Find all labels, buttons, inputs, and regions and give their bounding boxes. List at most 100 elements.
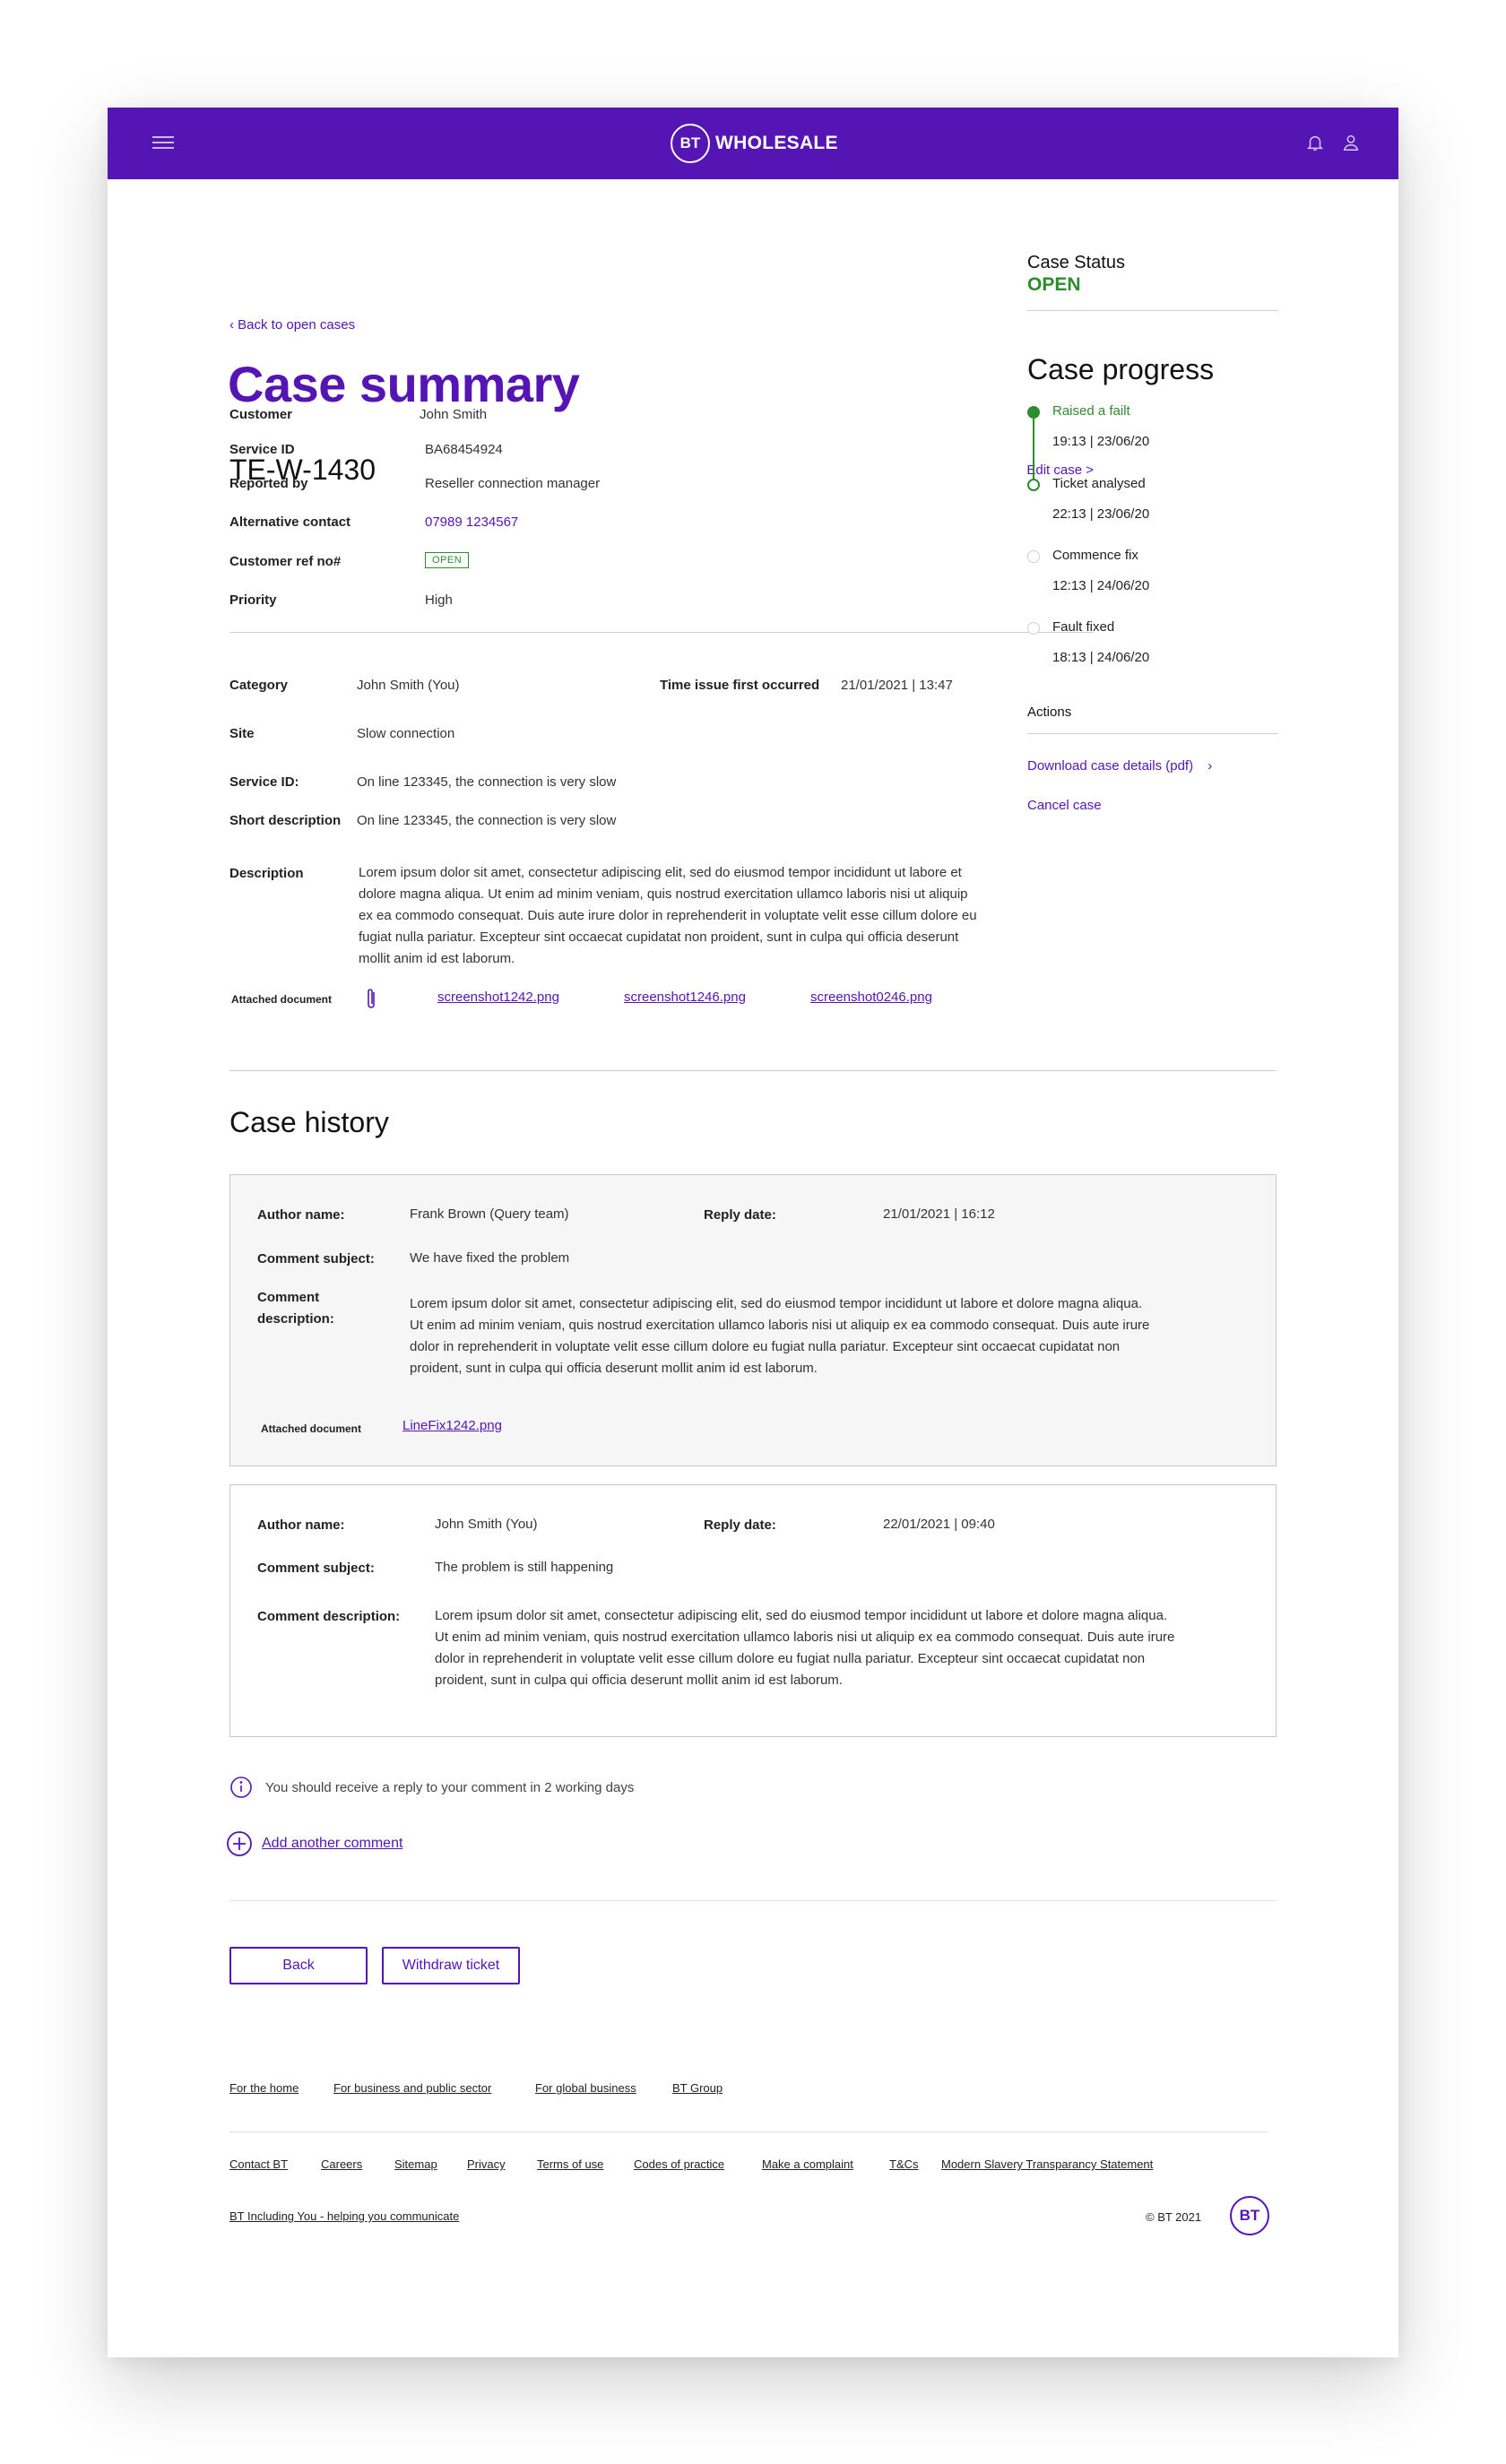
field-value-service-id: BA68454924	[425, 442, 503, 457]
footer-link-business[interactable]: For business and public sector	[333, 2081, 491, 2095]
page-frame: BT WHOLESALE ‹ Back to open cases Case s…	[108, 108, 1398, 2357]
service-id-label: Service ID:	[229, 774, 299, 790]
author-value: John Smith (You)	[435, 1517, 538, 1532]
time-first-occurred-label: Time issue first occurred	[660, 678, 820, 693]
comment-description-label: description:	[257, 1311, 334, 1327]
field-label-customer-ref: Customer ref no#	[229, 554, 342, 569]
history-entry-card: Author name: Frank Brown (Query team) Re…	[229, 1174, 1277, 1466]
footer-link-home[interactable]: For the home	[229, 2081, 299, 2095]
logo-text: WHOLESALE	[715, 133, 838, 153]
status-badge: OPEN	[425, 552, 470, 568]
comment-subject-label: Comment subject:	[257, 1561, 375, 1576]
footer-link-terms[interactable]: Terms of use	[537, 2157, 603, 2171]
reply-info-note: You should receive a reply to your comme…	[229, 1776, 634, 1799]
site-label: Site	[229, 726, 255, 741]
comment-description-value: Lorem ipsum dolor sit amet, consectetur …	[435, 1608, 1175, 1688]
comment-description-label: Comment	[257, 1290, 320, 1305]
download-case-details-link[interactable]: Download case details (pdf) ›	[1027, 758, 1212, 774]
description-label: Description	[229, 866, 304, 881]
add-another-comment-link[interactable]: Add another comment	[226, 1830, 402, 1857]
category-value: John Smith (You)	[357, 678, 460, 693]
description-value: Lorem ipsum dolor sit amet, consectetur …	[359, 865, 977, 966]
reply-info-text: You should receive a reply to your comme…	[265, 1779, 635, 1795]
attachment-link-1[interactable]: screenshot1242.png	[437, 990, 559, 1005]
progress-step-label: Fault fixed	[1052, 619, 1115, 635]
case-history-title: Case history	[229, 1106, 389, 1138]
divider	[229, 1070, 1277, 1071]
bt-wholesale-logo[interactable]: BT WHOLESALE	[671, 124, 838, 163]
footer-link-complaint[interactable]: Make a complaint	[762, 2157, 853, 2171]
history-attachment-link[interactable]: LineFix1242.png	[402, 1415, 502, 1437]
comment-subject-value: We have fixed the problem	[410, 1250, 570, 1266]
footer-link-codes-of-practice[interactable]: Codes of practice	[634, 2157, 724, 2171]
field-label-customer: Customer	[229, 407, 293, 422]
field-value-priority: High	[425, 592, 453, 608]
hamburger-menu-icon[interactable]	[152, 136, 174, 151]
alternative-contact-phone-link[interactable]: 07989 1234567	[425, 514, 518, 530]
actions-title: Actions	[1027, 705, 1072, 720]
comment-subject-label: Comment subject:	[257, 1251, 375, 1267]
comment-subject-value: The problem is still happening	[435, 1560, 614, 1575]
bell-icon[interactable]	[1305, 133, 1325, 152]
author-value: Frank Brown (Query team)	[410, 1206, 569, 1222]
author-label: Author name:	[257, 1517, 345, 1533]
comment-description-value: Lorem ipsum dolor sit amet, consectetur …	[410, 1296, 1150, 1376]
progress-step-dot-current	[1027, 479, 1040, 491]
paperclip-icon	[368, 989, 375, 1008]
progress-line-complete	[1033, 412, 1034, 484]
reply-date-label: Reply date:	[704, 1517, 776, 1533]
category-label: Category	[229, 678, 289, 693]
footer-link-global-business[interactable]: For global business	[535, 2081, 636, 2095]
footer-link-sitemap[interactable]: Sitemap	[394, 2157, 437, 2171]
bt-footer-logo[interactable]: BT	[1230, 2196, 1269, 2235]
divider	[1027, 310, 1278, 311]
user-icon[interactable]	[1341, 133, 1361, 152]
progress-step-time: 19:13 | 23/06/20	[1052, 434, 1150, 449]
case-progress-title: Case progress	[1027, 353, 1215, 385]
site-value: Slow connection	[357, 726, 455, 741]
footer-link-tcs[interactable]: T&Cs	[889, 2157, 919, 2171]
attachment-link-3[interactable]: screenshot0246.png	[810, 990, 932, 1005]
service-id-value: On line 123345, the connection is very s…	[357, 774, 617, 790]
reply-date-label: Reply date:	[704, 1207, 776, 1223]
field-label-reported-by: Reported by	[229, 476, 308, 491]
time-first-occurred-value: 21/01/2021 | 13:47	[841, 678, 953, 693]
back-to-open-cases-link[interactable]: ‹ Back to open cases	[229, 317, 355, 333]
cancel-case-link[interactable]: Cancel case	[1027, 798, 1102, 813]
attachment-link-2[interactable]: screenshot1246.png	[624, 990, 746, 1005]
progress-step-label: Ticket analysed	[1052, 476, 1146, 491]
attached-document-label: Attached document	[231, 993, 333, 1006]
chevron-right-icon: ›	[1207, 758, 1213, 774]
download-case-details-label: Download case details (pdf)	[1027, 758, 1194, 774]
progress-step-dot-pending	[1027, 622, 1040, 635]
footer-link-bt-including-you[interactable]: BT Including You - helping you communica…	[229, 2209, 459, 2223]
reply-date-value: 22/01/2021 | 09:40	[883, 1517, 995, 1532]
progress-step-time: 12:13 | 24/06/20	[1052, 578, 1150, 593]
progress-step-label: Commence fix	[1052, 548, 1138, 563]
plus-circle-icon	[227, 1831, 252, 1856]
comment-description-label: Comment description:	[257, 1609, 401, 1624]
case-status-title: Case Status	[1027, 253, 1125, 272]
footer-link-contact[interactable]: Contact BT	[229, 2157, 288, 2171]
footer-link-modern-slavery[interactable]: Modern Slavery Transparancy Statement	[941, 2157, 1153, 2171]
footer-link-bt-group[interactable]: BT Group	[672, 2081, 723, 2095]
short-description-value: On line 123345, the connection is very s…	[357, 813, 617, 828]
divider	[1027, 733, 1278, 734]
field-value-reported-by: Reseller connection manager	[425, 476, 601, 491]
progress-step-dot-pending	[1027, 550, 1040, 563]
info-icon	[230, 1777, 252, 1798]
copyright: © BT 2021	[1146, 2210, 1202, 2224]
withdraw-ticket-button[interactable]: Withdraw ticket	[382, 1947, 520, 1984]
divider	[229, 632, 1094, 633]
progress-step-time: 18:13 | 24/06/20	[1052, 650, 1150, 665]
footer-link-privacy[interactable]: Privacy	[467, 2157, 506, 2171]
divider	[229, 2131, 1268, 2132]
reply-date-value: 21/01/2021 | 16:12	[883, 1206, 995, 1222]
footer-link-careers[interactable]: Careers	[321, 2157, 362, 2171]
top-bar: BT WHOLESALE	[108, 108, 1398, 179]
progress-step-time: 22:13 | 23/06/20	[1052, 506, 1150, 522]
back-button[interactable]: Back	[229, 1947, 368, 1984]
divider	[229, 1900, 1277, 1901]
page-title: Case summary	[228, 356, 580, 412]
field-value-customer: John Smith	[420, 407, 488, 422]
